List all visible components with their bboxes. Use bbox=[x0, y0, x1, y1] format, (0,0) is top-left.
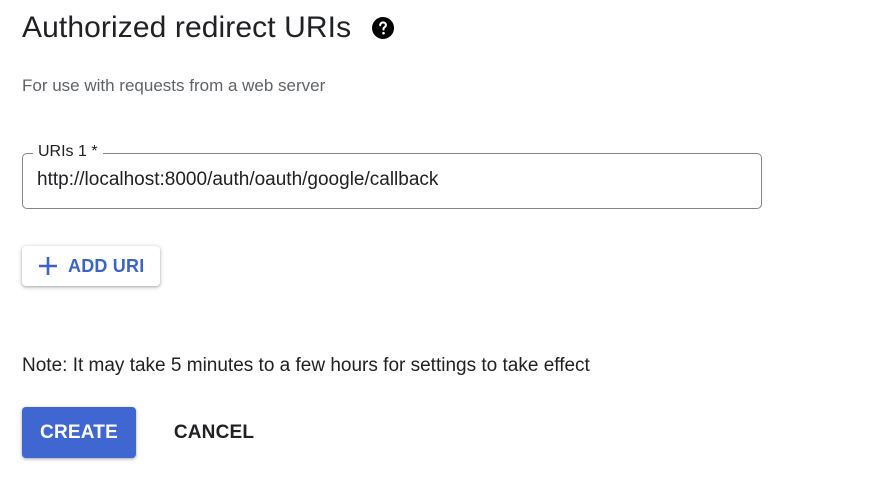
section-header: Authorized redirect URIs bbox=[22, 10, 395, 46]
create-button[interactable]: CREATE bbox=[22, 407, 136, 458]
section-title: Authorized redirect URIs bbox=[22, 11, 352, 44]
cancel-button[interactable]: CANCEL bbox=[160, 407, 268, 458]
add-uri-label: ADD URI bbox=[68, 255, 145, 276]
uri-input[interactable] bbox=[37, 168, 737, 192]
settings-note: Note: It may take 5 minutes to a few hou… bbox=[22, 355, 590, 376]
plus-icon bbox=[37, 255, 59, 277]
help-icon[interactable] bbox=[371, 16, 395, 40]
uri-field-label: URIs 1 * bbox=[33, 142, 103, 162]
uri-field[interactable]: URIs 1 * bbox=[22, 142, 762, 209]
section-subtitle: For use with requests from a web server bbox=[22, 76, 326, 95]
add-uri-button[interactable]: ADD URI bbox=[22, 246, 160, 286]
